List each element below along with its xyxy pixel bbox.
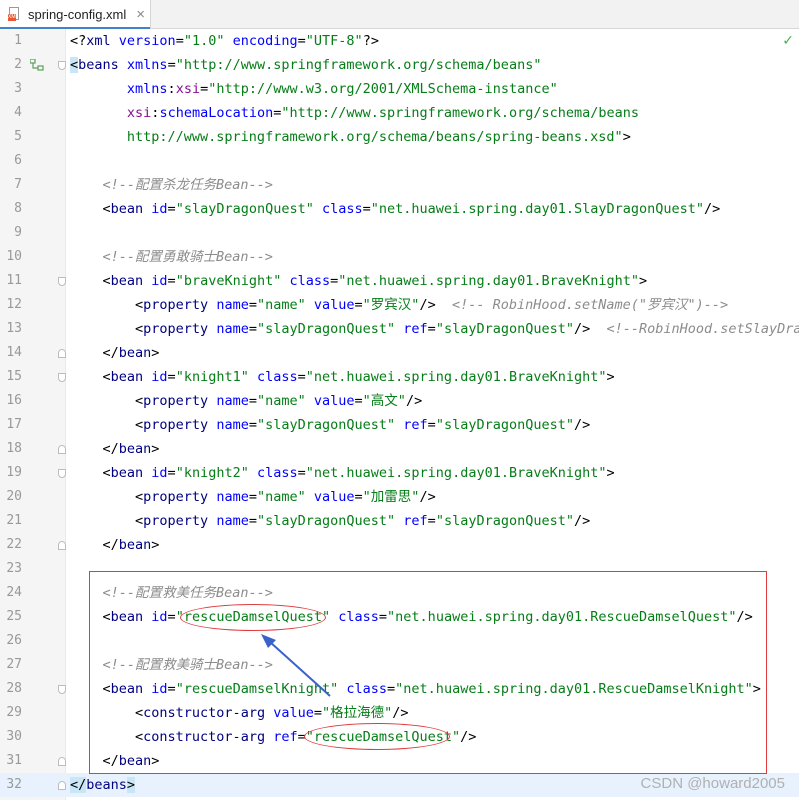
- annotation-arrow: [261, 634, 331, 697]
- watermark: CSDN @howard2005: [640, 775, 785, 792]
